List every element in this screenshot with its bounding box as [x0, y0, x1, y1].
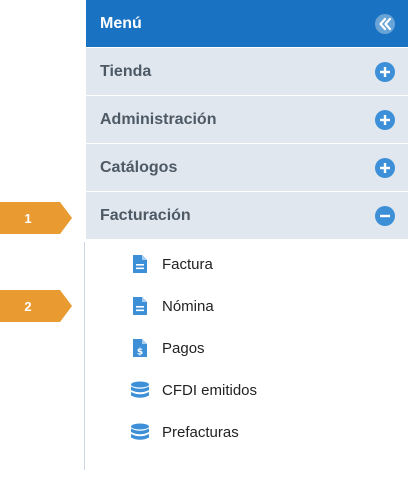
- section-label: Catálogos: [100, 158, 178, 176]
- section-label: Facturación: [100, 206, 191, 224]
- submenu-item-label: Pagos: [162, 339, 205, 357]
- document-icon: [130, 295, 150, 317]
- submenu-item-label: Factura: [162, 255, 213, 273]
- annotation-marker-label: 1: [24, 210, 32, 226]
- document-icon: [130, 253, 150, 275]
- expand-plus-icon[interactable]: [374, 61, 396, 83]
- submenu-item-prefacturas[interactable]: Prefacturas: [86, 411, 408, 453]
- submenu-item-label: Nómina: [162, 297, 214, 315]
- section-facturacion[interactable]: Facturación: [86, 191, 408, 239]
- annotation-marker-label: 2: [24, 298, 32, 314]
- collapse-minus-icon[interactable]: [374, 205, 396, 227]
- submenu-item-cfdi-emitidos[interactable]: CFDI emitidos: [86, 369, 408, 411]
- section-label: Administración: [100, 110, 217, 128]
- expand-plus-icon[interactable]: [374, 109, 396, 131]
- database-icon: [130, 421, 150, 443]
- section-catalogos[interactable]: Catálogos: [86, 143, 408, 191]
- database-icon: [130, 379, 150, 401]
- submenu-item-label: CFDI emitidos: [162, 381, 258, 399]
- submenu-item-nomina[interactable]: Nómina: [86, 285, 408, 327]
- collapse-menu-icon[interactable]: [374, 13, 396, 35]
- section-label: Tienda: [100, 62, 152, 80]
- submenu-item-pagos[interactable]: $ Pagos: [86, 327, 408, 369]
- section-administracion[interactable]: Administración: [86, 95, 408, 143]
- annotation-marker-2: 2: [0, 290, 72, 322]
- submenu-item-factura[interactable]: Factura: [86, 243, 408, 285]
- annotation-marker-1: 1: [0, 202, 72, 234]
- svg-text:$: $: [137, 348, 143, 358]
- side-menu: Menú Tienda Administración Catálogos Fac…: [86, 0, 408, 453]
- section-tienda[interactable]: Tienda: [86, 47, 408, 95]
- expand-plus-icon[interactable]: [374, 157, 396, 179]
- facturacion-submenu: Factura Nómina $ Pagos CFDI emitidos Pre…: [86, 239, 408, 453]
- menu-header[interactable]: Menú: [86, 0, 408, 47]
- menu-title: Menú: [100, 14, 142, 32]
- submenu-item-label: Prefacturas: [162, 423, 239, 441]
- dollar-document-icon: $: [130, 337, 150, 359]
- submenu-left-rule: [84, 242, 85, 470]
